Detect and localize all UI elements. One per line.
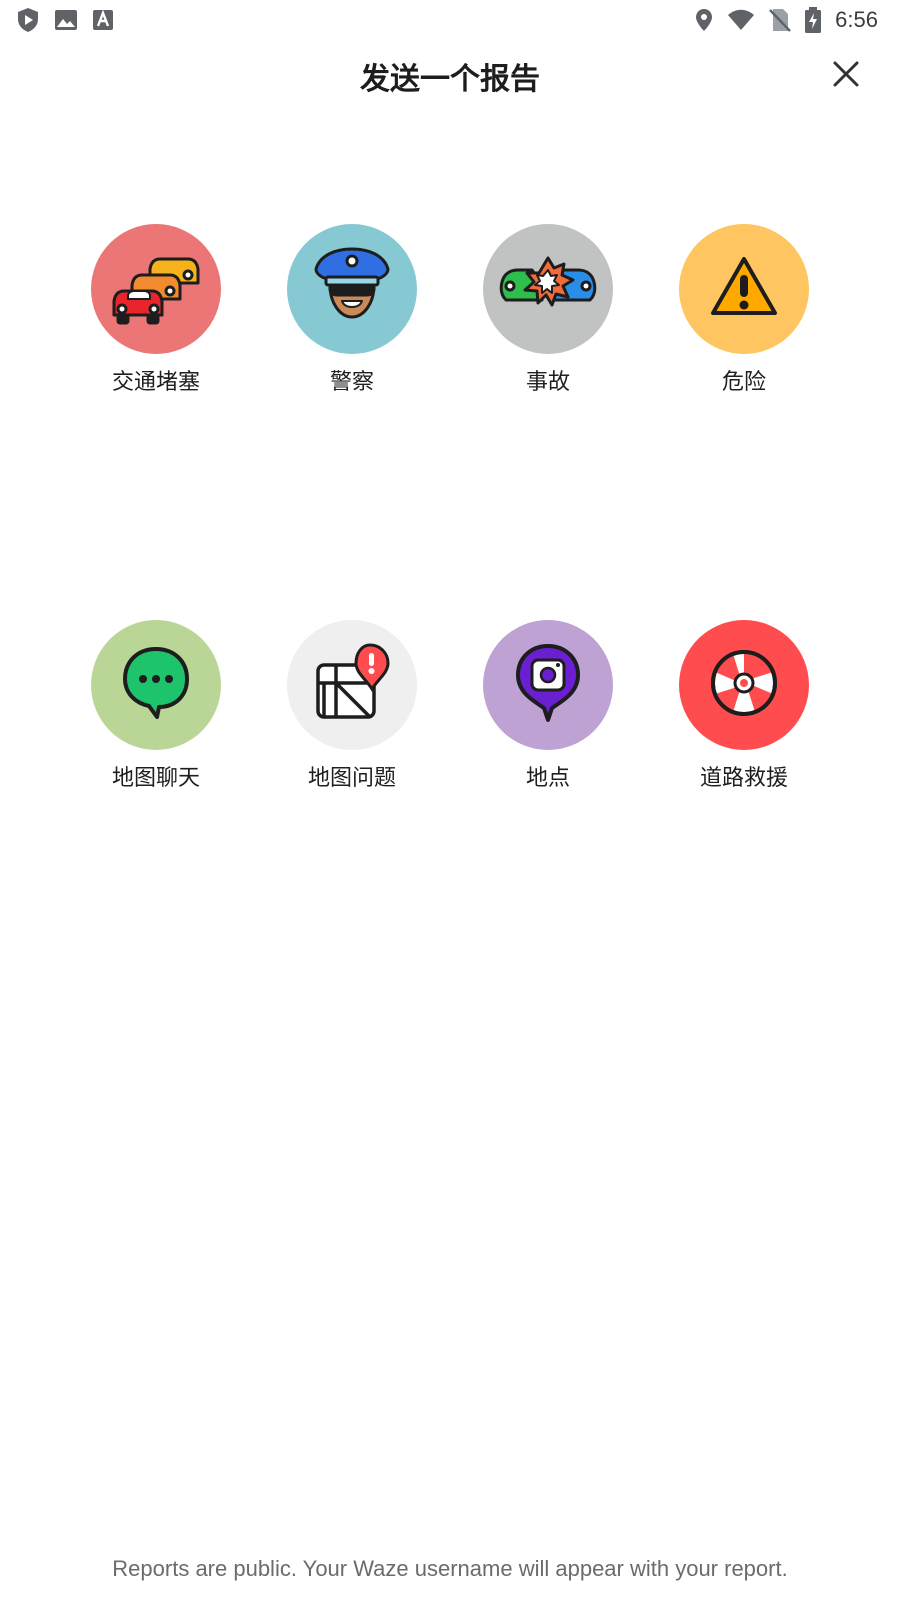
close-button[interactable] (828, 58, 864, 94)
wifi-icon (727, 9, 755, 31)
report-traffic-label: 交通堵塞 (111, 370, 200, 395)
report-roadside-button[interactable]: 道路救援 (669, 620, 819, 792)
header: 发送一个报告 (0, 44, 900, 108)
hazard-warning-icon (709, 255, 779, 323)
lifebuoy-icon (709, 648, 779, 722)
report-map-issue-circle (287, 620, 417, 750)
report-map-chat-circle (91, 620, 221, 750)
report-traffic-circle (91, 224, 221, 354)
close-icon (832, 60, 860, 92)
report-map-chat-button[interactable]: 地图聊天 (81, 620, 231, 792)
crash-icon (498, 252, 598, 326)
report-place-button[interactable]: 地点 (473, 620, 623, 792)
chat-bubble-icon (121, 645, 191, 725)
status-time: 6:56 (835, 7, 878, 32)
status-bar: 6:56 (0, 0, 900, 40)
report-roadside-label: 道路救援 (699, 766, 788, 791)
battery-charging-icon (805, 7, 822, 33)
place-camera-pin-icon (514, 642, 582, 728)
report-police-label: 警察 (329, 370, 374, 395)
report-police-circle (287, 224, 417, 354)
report-hazard-circle (679, 224, 809, 354)
report-place-circle (483, 620, 613, 750)
police-icon (310, 245, 394, 333)
report-crash-label: 事故 (525, 370, 570, 395)
report-place-label: 地点 (525, 766, 570, 791)
report-crash-circle (483, 224, 613, 354)
report-crash-button[interactable]: 事故 (473, 224, 623, 396)
report-hazard-label: 危险 (721, 370, 766, 395)
footer-disclaimer: Reports are public. Your Waze username w… (112, 1556, 788, 1581)
traffic-cars-icon (108, 245, 204, 333)
report-grid-row-1: 交通堵塞 警察 事故 危险 (0, 224, 900, 396)
location-icon (695, 8, 713, 32)
report-hazard-button[interactable]: 危险 (669, 224, 819, 396)
no-sim-icon (769, 8, 792, 32)
report-map-chat-label: 地图聊天 (111, 766, 200, 791)
report-map-issue-button[interactable]: 地图问题 (277, 620, 427, 792)
report-map-issue-label: 地图问题 (307, 766, 396, 791)
image-icon (54, 9, 78, 31)
report-grid-row-2: 地图聊天 地图问题 地点 道路救援 (0, 620, 900, 792)
report-traffic-button[interactable]: 交通堵塞 (81, 224, 231, 396)
map-issue-icon (312, 643, 392, 727)
status-left (16, 7, 114, 33)
report-roadside-circle (679, 620, 809, 750)
shield-play-icon (16, 7, 40, 33)
font-a-icon (92, 9, 114, 31)
page-title: 发送一个报告 (360, 62, 540, 97)
report-police-button[interactable]: 警察 (277, 224, 427, 396)
status-right: 6:56 (695, 7, 878, 33)
